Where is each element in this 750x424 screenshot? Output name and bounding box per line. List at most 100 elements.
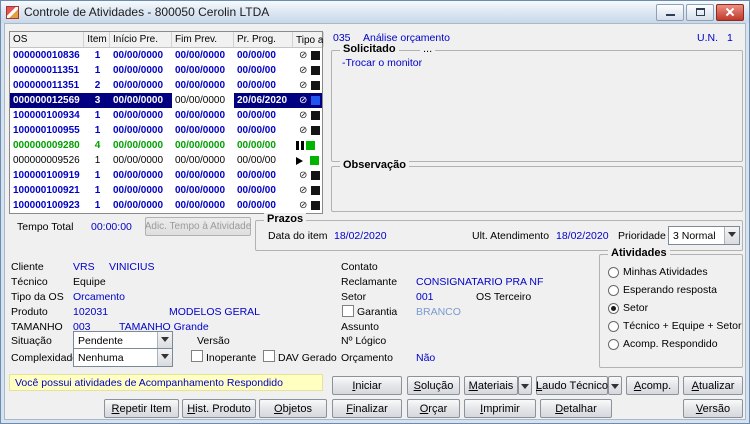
cell-inicio: 00/00/0000 (113, 140, 164, 151)
radio-label: Minhas Atividades (623, 266, 708, 278)
cell-tipo: ⊘ (293, 78, 324, 93)
status-square (311, 81, 321, 90)
titlebar: Controle de Atividades - 800050 Cerolin … (1, 1, 749, 23)
reclamante-value: CONSIGNATARIO PRA NF (416, 276, 544, 288)
chevron-down-icon (611, 383, 619, 393)
solicitado-groupbox: Solicitado ... -Trocar o monitor (331, 43, 743, 162)
cell-fim: 00/00/0000 (175, 80, 226, 91)
close-button[interactable] (716, 3, 744, 21)
atualizar-button[interactable]: Atualizar (683, 376, 743, 395)
chevron-down-icon (157, 349, 172, 366)
cell-fim-edit[interactable]: 00/00/0000 (172, 93, 234, 108)
prioridade-label: Prioridade (618, 230, 666, 242)
solicitado-ellipsis[interactable]: ... (420, 43, 436, 55)
table-row[interactable]: 100000100955 1 00/00/0000 00/00/0000 00/… (10, 123, 322, 138)
cell-fim: 00/00/0000 (175, 155, 226, 166)
cell-item: 1 (94, 170, 101, 181)
col-pr-prog[interactable]: Pr. Prog. (234, 32, 293, 47)
solucao-button[interactable]: Solução (407, 376, 460, 395)
table-row[interactable]: 000000010836 1 00/00/0000 00/00/0000 00/… (10, 48, 322, 63)
cliente-code: VRS (73, 261, 95, 273)
cell-tipo: ⊘ (293, 123, 324, 138)
minimize-button[interactable] (656, 3, 684, 21)
cell-prog: 00/00/00 (237, 170, 276, 181)
radio-icon (608, 320, 619, 332)
adicionar-tempo-button[interactable]: Adic. Tempo à Atividade (145, 217, 251, 236)
cell-fim: 00/00/0000 (175, 140, 226, 151)
table-row[interactable]: 000000011351 1 00/00/0000 00/00/0000 00/… (10, 63, 322, 78)
finalizar-button[interactable]: Finalizar (332, 399, 402, 418)
cell-fim: 00/00/0000 (175, 200, 226, 211)
objetos-button[interactable]: Objetos (259, 399, 327, 418)
repetir-item-button[interactable]: Repetir Item (104, 399, 179, 418)
col-os[interactable]: OS (10, 32, 84, 47)
tecnico-value: Equipe (73, 276, 106, 288)
table-row[interactable]: 100000100934 1 00/00/0000 00/00/0000 00/… (10, 108, 322, 123)
radio-tecnico-equipe-setor[interactable]: Técnico + Equipe + Setor (608, 320, 742, 332)
cell-prog: 00/00/00 (237, 80, 276, 91)
versao-button[interactable]: Versão (683, 399, 743, 418)
table-row[interactable]: 000000009526 1 00/00/0000 00/00/0000 00/… (10, 153, 322, 168)
cell-inicio: 00/00/0000 (113, 50, 164, 61)
ult-atendimento-value: 18/02/2020 (556, 230, 609, 242)
cell-prog: 00/00/00 (237, 155, 276, 166)
window-content: OS Item Início Pre. Fim Prev. Pr. Prog. … (4, 23, 746, 420)
prazos-groupbox: Prazos Data do item 18/02/2020 Ult. Aten… (255, 213, 743, 251)
circle-slash-icon: ⊘ (299, 95, 308, 106)
cell-inicio: 00/00/0000 (113, 125, 164, 136)
table-row-selected[interactable]: 000000012569 3 00/00/0000 00/00/0000 20/… (10, 93, 322, 108)
inoperante-checkbox[interactable] (191, 350, 203, 362)
data-item-label: Data do item (268, 230, 328, 242)
un-value: 1 (727, 32, 733, 44)
os-terceiro-label: OS Terceiro (476, 291, 532, 303)
dav-gerado-checkbox[interactable] (263, 350, 275, 362)
table-row[interactable]: 100000100923 1 00/00/0000 00/00/0000 00/… (10, 198, 322, 213)
situacao-label: Situação (11, 335, 52, 347)
cell-item: 4 (94, 140, 101, 151)
table-row[interactable]: 100000100921 1 00/00/0000 00/00/0000 00/… (10, 183, 322, 198)
cell-prog: 00/00/00 (237, 200, 276, 211)
orcar-button[interactable]: Orçar (407, 399, 460, 418)
cell-inicio: 00/00/0000 (113, 200, 164, 211)
table-row[interactable]: 000000011351 2 00/00/0000 00/00/0000 00/… (10, 78, 322, 93)
radio-minhas-atividades[interactable]: Minhas Atividades (608, 266, 708, 278)
laudo-dropdown-button[interactable] (608, 376, 622, 395)
hist-produto-button[interactable]: Hist. Produto (182, 399, 256, 418)
materiais-dropdown-button[interactable] (518, 376, 532, 395)
cell-os: 000000009526 (13, 155, 80, 166)
table-row[interactable]: 000000009280 4 00/00/0000 00/00/0000 00/… (10, 138, 322, 153)
table-row[interactable]: 100000100919 1 00/00/0000 00/00/0000 00/… (10, 168, 322, 183)
cell-item: 1 (94, 185, 101, 196)
setor-label: Setor (341, 291, 367, 303)
acomp-button[interactable]: Acomp. (626, 376, 679, 395)
garantia-checkbox[interactable] (342, 305, 354, 317)
col-tipo-atividade[interactable]: Tipo ati... (293, 32, 324, 47)
circle-slash-icon: ⊘ (299, 65, 308, 76)
radio-esperando-resposta[interactable]: Esperando resposta (608, 284, 717, 296)
close-icon (725, 7, 735, 17)
iniciar-button[interactable]: Iniciar (332, 376, 402, 395)
cell-prog: 20/06/2020 (237, 95, 288, 106)
assunto-label: Assunto (341, 321, 379, 333)
col-fim-prev[interactable]: Fim Prev. (172, 32, 234, 47)
cell-tipo (293, 153, 324, 168)
col-item[interactable]: Item (84, 32, 110, 47)
cell-tipo: ⊘ (293, 63, 324, 78)
maximize-button[interactable] (686, 3, 714, 21)
imprimir-button[interactable]: Imprimir (464, 399, 536, 418)
cell-os: 100000100921 (13, 185, 80, 196)
cell-item: 3 (94, 95, 101, 106)
cliente-label: Cliente (11, 261, 44, 273)
detalhar-button[interactable]: Detalhar (540, 399, 612, 418)
radio-icon (608, 338, 619, 350)
circle-slash-icon: ⊘ (299, 125, 308, 136)
complexidade-select[interactable]: Nenhuma (73, 348, 173, 367)
col-inicio-pre[interactable]: Início Pre. (110, 32, 172, 47)
radio-acomp-respondido[interactable]: Acomp. Respondido (608, 338, 718, 350)
radio-icon (608, 302, 619, 314)
solicitado-text[interactable]: -Trocar o monitor (342, 57, 422, 69)
radio-setor[interactable]: Setor (608, 302, 648, 314)
materiais-button[interactable]: Materiais (464, 376, 518, 395)
prioridade-select[interactable]: 3 Normal (668, 226, 740, 245)
laudo-tecnico-button[interactable]: Laudo Técnico (536, 376, 608, 395)
